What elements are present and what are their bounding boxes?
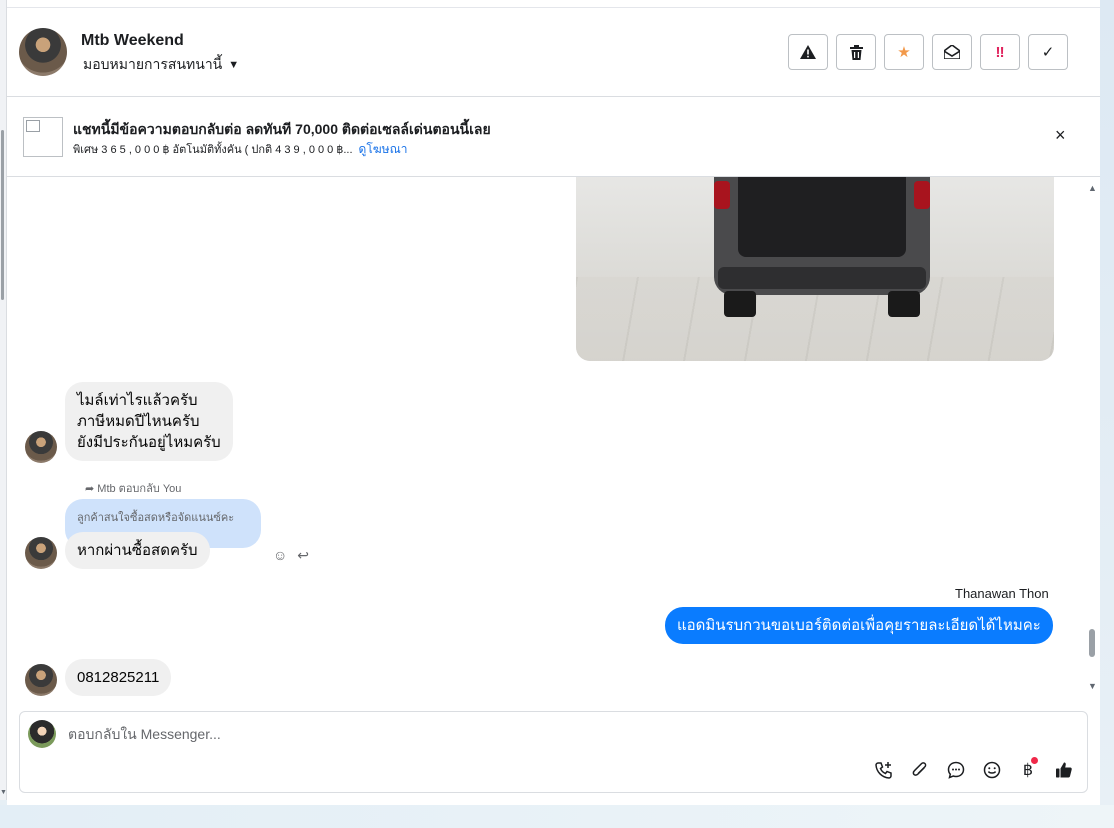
my-avatar bbox=[28, 720, 56, 748]
ad-subtitle: พิเศษ 3 6 5 , 0 0 0 ฿ อัตโนมัติทั้งคัน (… bbox=[73, 140, 407, 159]
reply-icon[interactable]: ↩ bbox=[297, 547, 309, 564]
ad-subtitle-text: พิเศษ 3 6 5 , 0 0 0 ฿ อัตโนมัติทั้งคัน (… bbox=[73, 144, 353, 156]
left-scrollbar[interactable]: ▼ bbox=[0, 0, 7, 800]
phone-plus-icon bbox=[875, 762, 892, 779]
outgoing-sender-name: Thanawan Thon bbox=[955, 586, 1049, 601]
reply-arrow-icon: ➦ bbox=[85, 483, 95, 495]
reply-meta: ➦ Mtb ตอบกลับ You bbox=[85, 479, 181, 497]
conversation-toolbar: ★ ‼ ✓ bbox=[788, 34, 1068, 70]
caret-down-icon: ▼ bbox=[228, 59, 240, 71]
scroll-up-icon[interactable]: ▲ bbox=[1088, 183, 1097, 193]
assign-conversation-dropdown[interactable]: มอบหมายการสนทนานี้ ▼ bbox=[83, 54, 239, 76]
mark-done-button[interactable]: ✓ bbox=[1028, 34, 1068, 70]
priority-button[interactable]: ‼ bbox=[980, 34, 1020, 70]
chat-bubble-icon bbox=[947, 761, 965, 779]
check-icon: ✓ bbox=[1041, 44, 1055, 61]
ad-title: แชทนี้มีข้อความตอบกลับต่อ ลดทันที 70,000… bbox=[73, 121, 491, 137]
contact-avatar[interactable] bbox=[19, 28, 67, 76]
notification-dot bbox=[1031, 757, 1038, 764]
conversation-panel: Mtb Weekend มอบหมายการสนทนานี้ ▼ ★ ‼ ✓ แ… bbox=[7, 0, 1100, 805]
view-ad-link[interactable]: ดูโฆษณา bbox=[359, 142, 408, 156]
background-right bbox=[1100, 0, 1114, 828]
left-scrollbar-thumb[interactable] bbox=[1, 130, 4, 300]
message-actions: ☺ ↩ bbox=[273, 547, 309, 564]
incoming-message[interactable]: ไมล์เท่าไรแล้วครับ ภาษีหมดปีไหนครับ ยังม… bbox=[65, 382, 233, 461]
mark-unread-button[interactable] bbox=[932, 34, 972, 70]
thumbs-up-icon bbox=[1056, 762, 1072, 778]
left-scroll-down-icon[interactable]: ▼ bbox=[0, 789, 7, 796]
react-emoji-icon[interactable]: ☺ bbox=[273, 547, 287, 564]
trash-icon bbox=[849, 44, 863, 60]
ad-thumbnail-broken-image[interactable] bbox=[23, 117, 63, 157]
ad-banner: แชทนี้มีข้อความตอบกลับต่อ ลดทันที 70,000… bbox=[7, 97, 1100, 177]
star-button[interactable]: ★ bbox=[884, 34, 924, 70]
attach-button[interactable] bbox=[908, 758, 932, 782]
emoji-button[interactable] bbox=[980, 758, 1004, 782]
outgoing-message[interactable]: แอดมินรบกวนขอเบอร์ติดต่อเพื่อคุยรายละเอี… bbox=[665, 607, 1053, 644]
incoming-message[interactable]: 0812825211 bbox=[65, 659, 172, 696]
star-icon: ★ bbox=[897, 44, 911, 61]
car-photo-attachment[interactable] bbox=[576, 177, 1054, 361]
like-button[interactable] bbox=[1052, 758, 1076, 782]
paperclip-icon bbox=[912, 762, 927, 776]
warning-icon bbox=[800, 45, 816, 59]
call-button[interactable] bbox=[872, 758, 896, 782]
thread-scrollbar[interactable]: ▲ ▼ bbox=[1086, 177, 1098, 702]
close-ad-button[interactable]: × bbox=[1055, 125, 1066, 146]
reply-input[interactable] bbox=[68, 726, 868, 742]
scroll-down-icon[interactable]: ▼ bbox=[1088, 681, 1097, 691]
sender-avatar[interactable] bbox=[25, 664, 57, 696]
background-bottom bbox=[0, 805, 1114, 828]
message-thread[interactable]: ไมล์เท่าไรแล้วครับ ภาษีหมดปีไหนครับ ยังม… bbox=[7, 177, 1100, 702]
sender-avatar[interactable] bbox=[25, 537, 57, 569]
mark-spam-button[interactable] bbox=[788, 34, 828, 70]
smiley-icon bbox=[983, 761, 1001, 779]
payment-button[interactable]: ฿ bbox=[1016, 757, 1040, 782]
exclamation-icon: ‼ bbox=[995, 43, 1005, 61]
saved-replies-button[interactable] bbox=[944, 758, 968, 782]
contact-name[interactable]: Mtb Weekend bbox=[81, 32, 184, 50]
message-composer: ฿ bbox=[19, 711, 1088, 793]
reply-meta-text: Mtb ตอบกลับ You bbox=[97, 483, 182, 495]
open-envelope-icon bbox=[944, 45, 960, 59]
incoming-message[interactable]: หากผ่านซื้อสดครับ bbox=[65, 532, 210, 569]
conversation-header: Mtb Weekend มอบหมายการสนทนานี้ ▼ ★ ‼ ✓ bbox=[7, 8, 1100, 97]
delete-button[interactable] bbox=[836, 34, 876, 70]
composer-toolbar: ฿ bbox=[872, 757, 1076, 782]
sender-avatar[interactable] bbox=[25, 431, 57, 463]
assign-label: มอบหมายการสนทนานี้ bbox=[83, 56, 223, 72]
thread-scrollbar-thumb[interactable] bbox=[1089, 629, 1095, 657]
